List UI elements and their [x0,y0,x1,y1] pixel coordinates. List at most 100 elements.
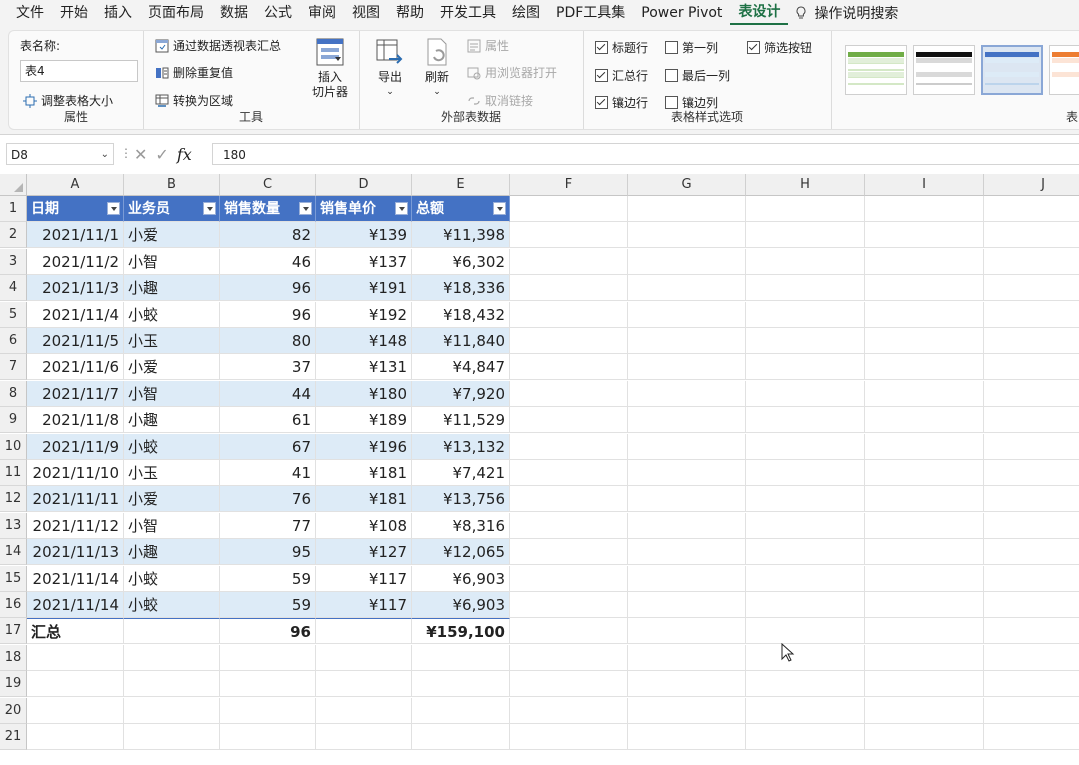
table-cell[interactable]: ¥180 [316,380,412,407]
empty-cell[interactable] [984,671,1079,698]
empty-cell[interactable] [510,196,628,222]
total-row-label[interactable]: 汇总 [27,618,124,645]
table-cell[interactable]: 95 [220,539,316,566]
column-header-a[interactable]: A [27,174,124,196]
table-cell[interactable]: ¥6,903 [412,565,510,592]
table-cell[interactable]: 2021/11/9 [27,433,124,460]
filter-dropdown-icon[interactable] [493,202,506,215]
row-header-1[interactable]: 1 [0,196,27,222]
empty-cell[interactable] [746,592,865,618]
empty-cell[interactable] [510,433,628,460]
empty-cell[interactable] [746,248,865,275]
empty-cell[interactable] [746,407,865,434]
filter-dropdown-icon[interactable] [299,202,312,215]
worksheet-grid[interactable]: A B C D E F G H I J 1 2 3 4 5 6 7 8 9 10 11 12 13 14 15 16 17 18 19 2… [0,174,1079,765]
table-cell[interactable]: 小智 [124,248,220,275]
table-cell[interactable]: 小爱 [124,354,220,381]
empty-cell[interactable] [510,354,628,381]
table-header-cell[interactable]: 总额 [412,196,510,222]
row-header-8[interactable]: 8 [0,380,27,407]
table-cell[interactable]: ¥13,756 [412,486,510,513]
table-cell[interactable]: ¥137 [316,248,412,275]
empty-cell[interactable] [984,222,1079,249]
row-header-3[interactable]: 3 [0,248,27,275]
empty-cell[interactable] [412,671,510,698]
empty-cell[interactable] [220,697,316,724]
empty-cell[interactable] [628,644,746,671]
convert-to-range-button[interactable]: 转换为区域 [155,92,233,109]
header-row-checkbox[interactable]: 标题行 [595,39,648,56]
unlink-button[interactable]: 取消链接 [467,92,533,109]
empty-cell[interactable] [316,644,412,671]
empty-cell[interactable] [510,644,628,671]
empty-cell[interactable] [746,328,865,354]
empty-cell[interactable] [628,697,746,724]
empty-cell[interactable] [984,486,1079,513]
table-cell[interactable]: ¥7,920 [412,380,510,407]
row-header-15[interactable]: 15 [0,565,27,592]
empty-cell[interactable] [746,697,865,724]
empty-cell[interactable] [865,565,984,592]
empty-cell[interactable] [984,354,1079,381]
empty-cell[interactable] [316,724,412,750]
table-cell[interactable]: ¥11,840 [412,328,510,354]
table-cell[interactable]: 77 [220,512,316,539]
table-cell[interactable]: ¥7,421 [412,460,510,486]
table-cell[interactable]: 46 [220,248,316,275]
empty-cell[interactable] [316,697,412,724]
table-cell[interactable]: ¥117 [316,592,412,618]
refresh-button[interactable]: 刷新 ⌄ [417,37,457,100]
empty-cell[interactable] [510,222,628,249]
table-cell[interactable]: 小智 [124,380,220,407]
empty-cell[interactable] [746,222,865,249]
table-cell[interactable]: 小蛟 [124,592,220,618]
empty-cell[interactable] [984,434,1079,460]
empty-cell[interactable] [865,644,984,671]
name-box[interactable]: D8 ⌄ [6,143,114,165]
empty-cell[interactable] [510,724,628,750]
empty-cell[interactable] [628,671,746,698]
empty-cell[interactable] [510,592,628,618]
row-header-12[interactable]: 12 [0,486,27,513]
empty-cell[interactable] [865,301,984,328]
table-style-green[interactable] [845,45,907,95]
empty-cell[interactable] [27,671,124,698]
open-in-browser-button[interactable]: 用浏览器打开 [467,64,557,81]
empty-cell[interactable] [865,196,984,222]
empty-cell[interactable] [984,592,1079,618]
row-header-19[interactable]: 19 [0,671,27,698]
empty-cell[interactable] [746,565,865,592]
table-cell[interactable]: ¥117 [316,565,412,592]
empty-cell[interactable] [510,275,628,302]
table-cell[interactable]: 2021/11/12 [27,512,124,539]
filter-button-checkbox[interactable]: 筛选按钮 [747,39,812,56]
empty-cell[interactable] [746,301,865,328]
table-name-input[interactable]: 表4 [20,60,138,82]
menu-review[interactable]: 审阅 [300,0,344,26]
empty-cell[interactable] [865,380,984,407]
table-cell[interactable]: 小爱 [124,486,220,513]
column-header-h[interactable]: H [746,174,865,196]
empty-cell[interactable] [865,354,984,381]
empty-cell[interactable] [746,433,865,460]
table-cell[interactable]: 小智 [124,512,220,539]
table-cell[interactable]: 2021/11/3 [27,275,124,302]
empty-cell[interactable] [984,539,1079,566]
empty-cell[interactable] [510,407,628,434]
empty-cell[interactable] [746,512,865,539]
empty-cell[interactable] [628,275,746,302]
empty-cell[interactable] [412,644,510,671]
column-header-i[interactable]: I [865,174,984,196]
row-header-4[interactable]: 4 [0,275,27,302]
menu-home[interactable]: 开始 [52,0,96,26]
empty-cell[interactable] [628,618,746,645]
empty-cell[interactable] [865,460,984,486]
empty-cell[interactable] [865,248,984,275]
empty-cell[interactable] [984,196,1079,222]
empty-cell[interactable] [746,380,865,407]
empty-cell[interactable] [628,565,746,592]
filter-dropdown-icon[interactable] [395,202,408,215]
chevron-down-icon[interactable]: ⌄ [101,144,109,166]
empty-cell[interactable] [412,697,510,724]
empty-cell[interactable] [510,618,628,645]
